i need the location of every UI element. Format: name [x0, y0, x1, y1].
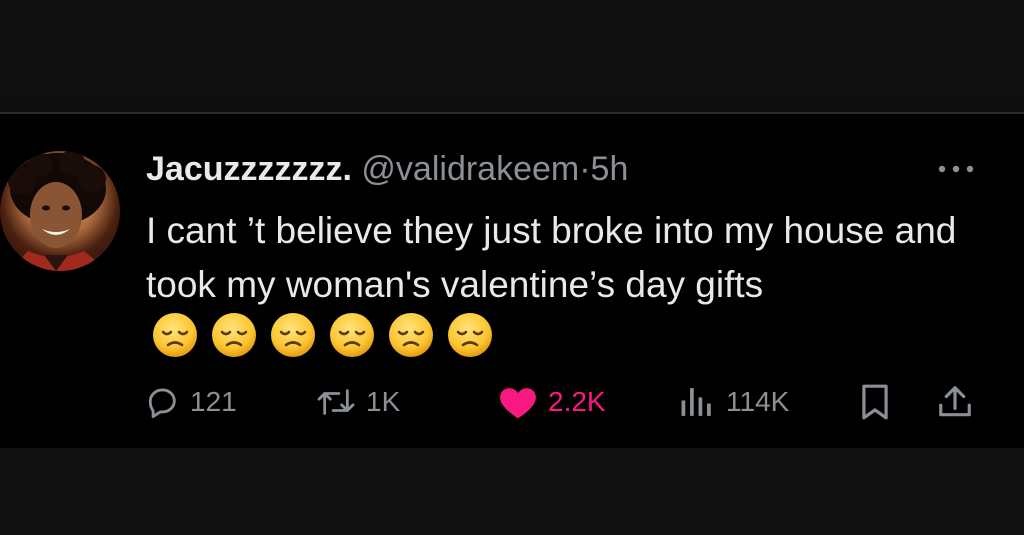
top-background: [0, 0, 1024, 102]
emoji-row: [152, 312, 493, 358]
reply-count: 121: [190, 386, 237, 417]
user-handle[interactable]: @validrakeem: [361, 150, 579, 188]
more-icon[interactable]: [934, 154, 978, 184]
bottom-background: [0, 448, 1024, 535]
views-icon: [678, 385, 716, 419]
bookmark-icon: [858, 383, 892, 421]
separator-dot: ·: [579, 150, 591, 188]
repost-icon: [316, 385, 356, 419]
like-count: 2.2K: [548, 386, 606, 417]
views-count: 114K: [726, 386, 790, 417]
tweet-body: I cant ’t believe they just broke into m…: [146, 204, 1006, 366]
disappointed-face-icon: [152, 312, 198, 358]
heart-icon: [498, 384, 538, 420]
disappointed-face-icon: [211, 312, 257, 358]
repost-count: 1K: [366, 386, 401, 417]
reply-button[interactable]: 121: [146, 380, 237, 424]
bookmark-button[interactable]: [858, 380, 892, 424]
share-icon: [936, 383, 974, 421]
display-name[interactable]: Jacuzzzzzzz.: [146, 150, 352, 188]
timestamp[interactable]: 5h: [591, 150, 629, 188]
disappointed-face-icon: [329, 312, 375, 358]
like-button[interactable]: 2.2K: [498, 380, 606, 424]
repost-button[interactable]: 1K: [316, 380, 400, 424]
avatar[interactable]: [0, 151, 120, 271]
disappointed-face-icon: [447, 312, 493, 358]
action-bar: 121 1K 2.2K 114K: [0, 380, 1024, 424]
share-button[interactable]: [936, 380, 974, 424]
tweet-card[interactable]: Jacuzzzzzzz. @validrakeem·5h I cant ’t b…: [0, 114, 1024, 448]
disappointed-face-icon: [270, 312, 316, 358]
tweet-text: I cant ’t believe they just broke into m…: [146, 210, 957, 305]
tweet-header: Jacuzzzzzzz. @validrakeem·5h: [146, 148, 628, 190]
reply-icon: [146, 385, 180, 419]
disappointed-face-icon: [388, 312, 434, 358]
views-button[interactable]: 114K: [678, 380, 789, 424]
